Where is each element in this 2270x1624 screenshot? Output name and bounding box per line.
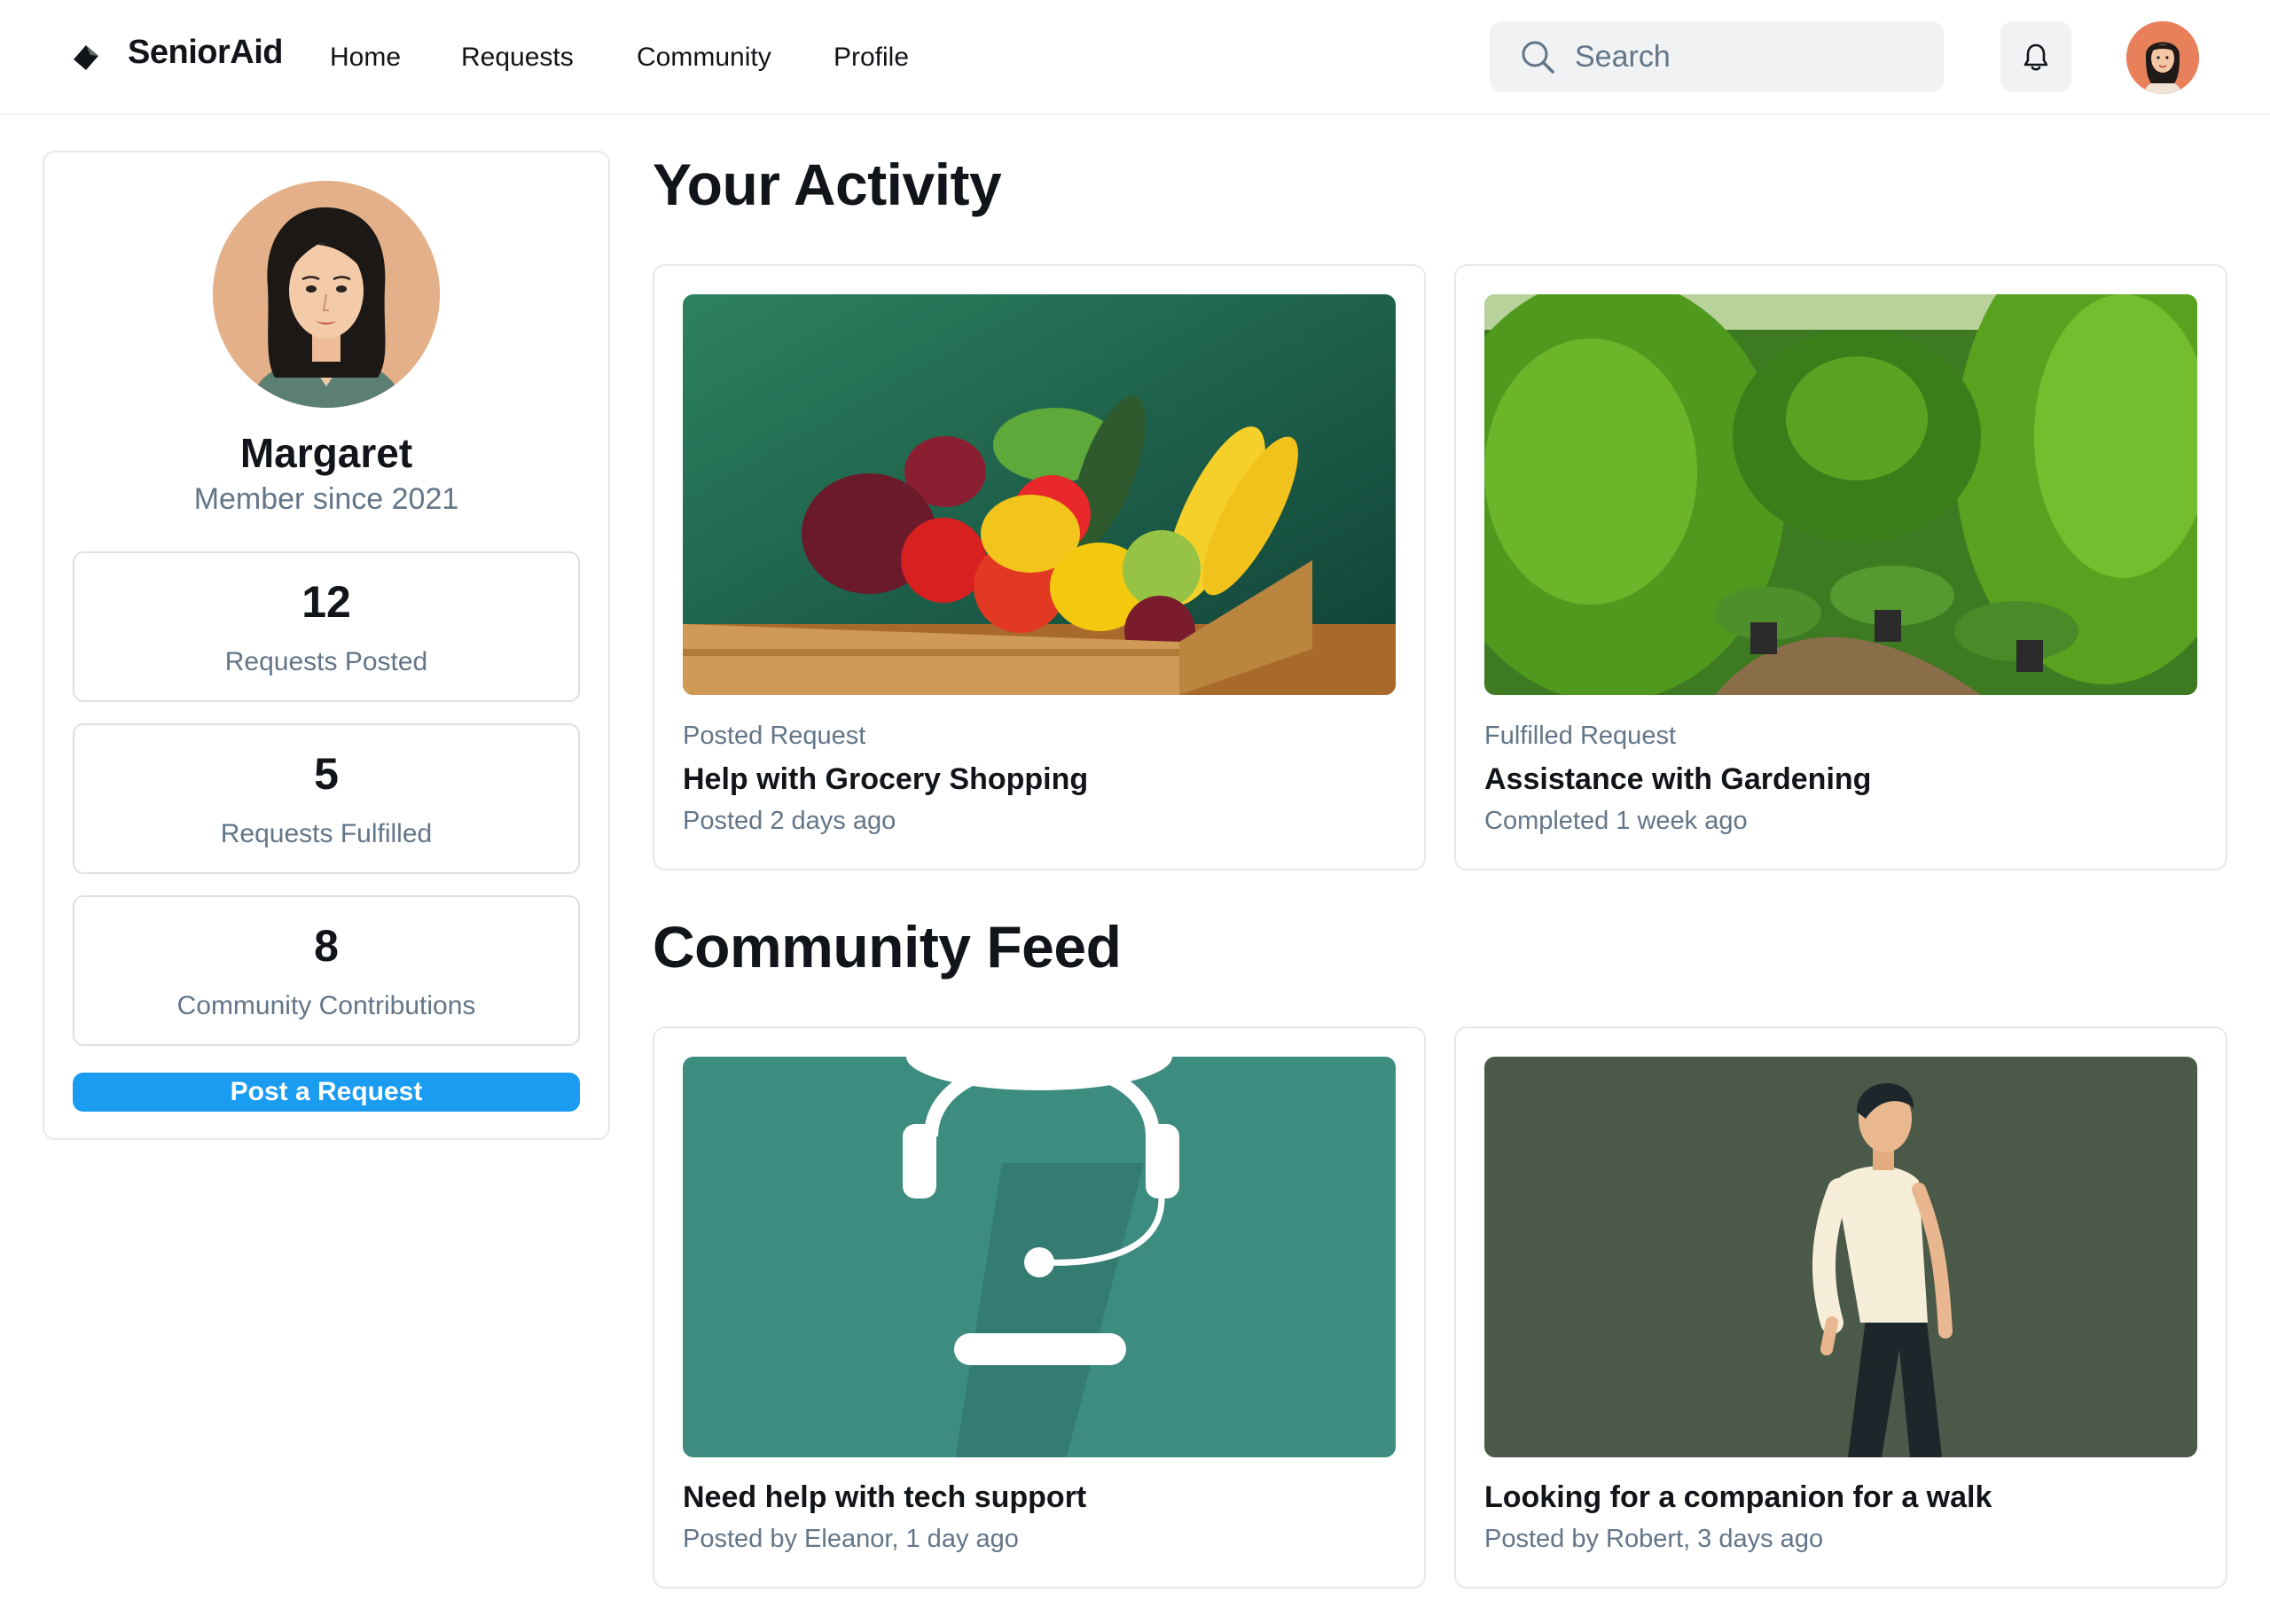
search-input[interactable] <box>1575 21 1930 92</box>
feed-card-walk-companion[interactable]: Looking for a companion for a walk Poste… <box>1454 1027 2227 1589</box>
card-kicker: Posted Request <box>683 722 866 750</box>
search-box[interactable] <box>1490 21 1944 92</box>
profile-name: Margaret <box>239 430 413 476</box>
stat-community-contributions: 8 Community Contributions <box>73 895 580 1046</box>
stat-label: Requests Fulfilled <box>220 819 433 848</box>
stat-label: Community Contributions <box>176 991 476 1020</box>
section-title-feed: Community Feed <box>653 914 1122 980</box>
stat-requests-fulfilled: 5 Requests Fulfilled <box>73 723 580 874</box>
nav-community[interactable]: Community <box>637 43 771 73</box>
notifications-button[interactable] <box>2000 21 2071 92</box>
top-nav-bar: SeniorAid Home Requests Community Profil… <box>0 0 2270 115</box>
stat-label: Requests Posted <box>224 647 428 676</box>
grocery-produce-image <box>683 294 1396 695</box>
feed-card-tech-support[interactable]: Need help with tech support Posted by El… <box>653 1027 1426 1589</box>
card-kicker: Fulfilled Request <box>1484 722 1676 750</box>
nav-profile[interactable]: Profile <box>834 43 909 73</box>
walking-man-illustration-image <box>1484 1057 2197 1457</box>
user-avatar[interactable] <box>2126 21 2199 94</box>
stat-requests-posted: 12 Requests Posted <box>73 551 580 702</box>
nav-home[interactable]: Home <box>330 43 401 73</box>
card-meta: Posted by Eleanor, 1 day ago <box>683 1525 1019 1553</box>
card-title[interactable]: Looking for a companion for a walk <box>1484 1480 1992 1515</box>
diamond-logo-icon[interactable] <box>71 43 101 73</box>
garden-image <box>1484 294 2197 695</box>
post-request-button[interactable]: Post a Request <box>73 1073 580 1112</box>
activity-card-gardening[interactable]: Fulfilled Request Assistance with Garden… <box>1454 264 2227 871</box>
search-icon <box>1522 41 1554 74</box>
card-meta: Posted 2 days ago <box>683 807 896 835</box>
card-title[interactable]: Need help with tech support <box>683 1480 1086 1515</box>
member-since: Member since 2021 <box>193 482 459 516</box>
card-title[interactable]: Help with Grocery Shopping <box>683 762 1088 797</box>
card-title[interactable]: Assistance with Gardening <box>1484 762 1871 797</box>
headset-illustration-image <box>683 1057 1396 1457</box>
stat-value: 5 <box>314 749 339 799</box>
card-meta: Completed 1 week ago <box>1484 807 1748 835</box>
stat-value: 8 <box>314 921 339 971</box>
brand-name[interactable]: SeniorAid <box>128 34 283 72</box>
profile-avatar <box>213 181 440 408</box>
card-meta: Posted by Robert, 3 days ago <box>1484 1525 1824 1553</box>
profile-card: Margaret Member since 2021 12 Requests P… <box>43 151 610 1140</box>
activity-card-grocery[interactable]: Posted Request Help with Grocery Shoppin… <box>653 264 1426 871</box>
nav-requests[interactable]: Requests <box>461 43 574 73</box>
bell-icon <box>2023 43 2048 71</box>
stat-value: 12 <box>301 577 351 627</box>
section-title-activity: Your Activity <box>653 152 1002 217</box>
